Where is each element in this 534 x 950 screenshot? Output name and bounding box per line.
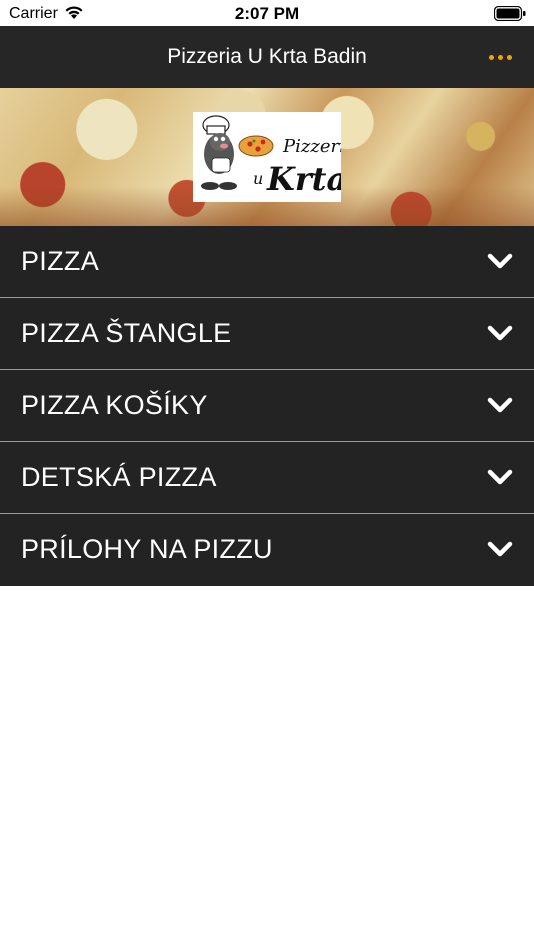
logo-text-krta: Krta bbox=[266, 160, 341, 198]
chevron-down-icon bbox=[487, 253, 513, 269]
status-time: 2:07 PM bbox=[234, 4, 300, 23]
category-label: PIZZA ŠTANGLE bbox=[21, 318, 232, 348]
category-list: PIZZA PIZZA ŠTANGLE PIZZA KOŠÍKY DETSKÁ … bbox=[0, 226, 534, 586]
logo-text-pizzeria: Pizzeria bbox=[282, 136, 341, 157]
category-row-pizza-stangle[interactable]: PIZZA ŠTANGLE bbox=[0, 298, 534, 370]
category-label: DETSKÁ PIZZA bbox=[21, 462, 217, 492]
more-dot bbox=[497, 54, 503, 60]
header-banner-image: Pizzeria u Krta bbox=[0, 88, 534, 226]
status-bar: Carrier 2:07 PM bbox=[0, 0, 534, 26]
chevron-down-icon bbox=[487, 541, 513, 557]
chevron-down-icon bbox=[487, 325, 513, 341]
page-title: Pizzeria U Krta Badin bbox=[167, 45, 367, 68]
more-dot bbox=[506, 54, 512, 60]
category-row-pizza[interactable]: PIZZA bbox=[0, 226, 534, 298]
logo-text-u: u bbox=[253, 169, 263, 188]
category-row-prilohy-na-pizzu[interactable]: PRÍLOHY NA PIZZU bbox=[0, 514, 534, 586]
category-label: PIZZA KOŠÍKY bbox=[21, 390, 208, 420]
category-row-detska-pizza[interactable]: DETSKÁ PIZZA bbox=[0, 442, 534, 514]
more-options-button[interactable] bbox=[480, 42, 520, 72]
category-label: PIZZA bbox=[21, 246, 100, 276]
more-horizontal-icon bbox=[488, 54, 494, 60]
chevron-down-icon bbox=[487, 469, 513, 485]
restaurant-logo: Pizzeria u Krta bbox=[193, 112, 356, 202]
battery-icon bbox=[494, 6, 526, 21]
navigation-bar: Pizzeria U Krta Badin bbox=[0, 26, 534, 88]
chevron-down-icon bbox=[487, 397, 513, 413]
category-label: PRÍLOHY NA PIZZU bbox=[21, 534, 273, 564]
category-row-pizza-kosiky[interactable]: PIZZA KOŠÍKY bbox=[0, 370, 534, 442]
